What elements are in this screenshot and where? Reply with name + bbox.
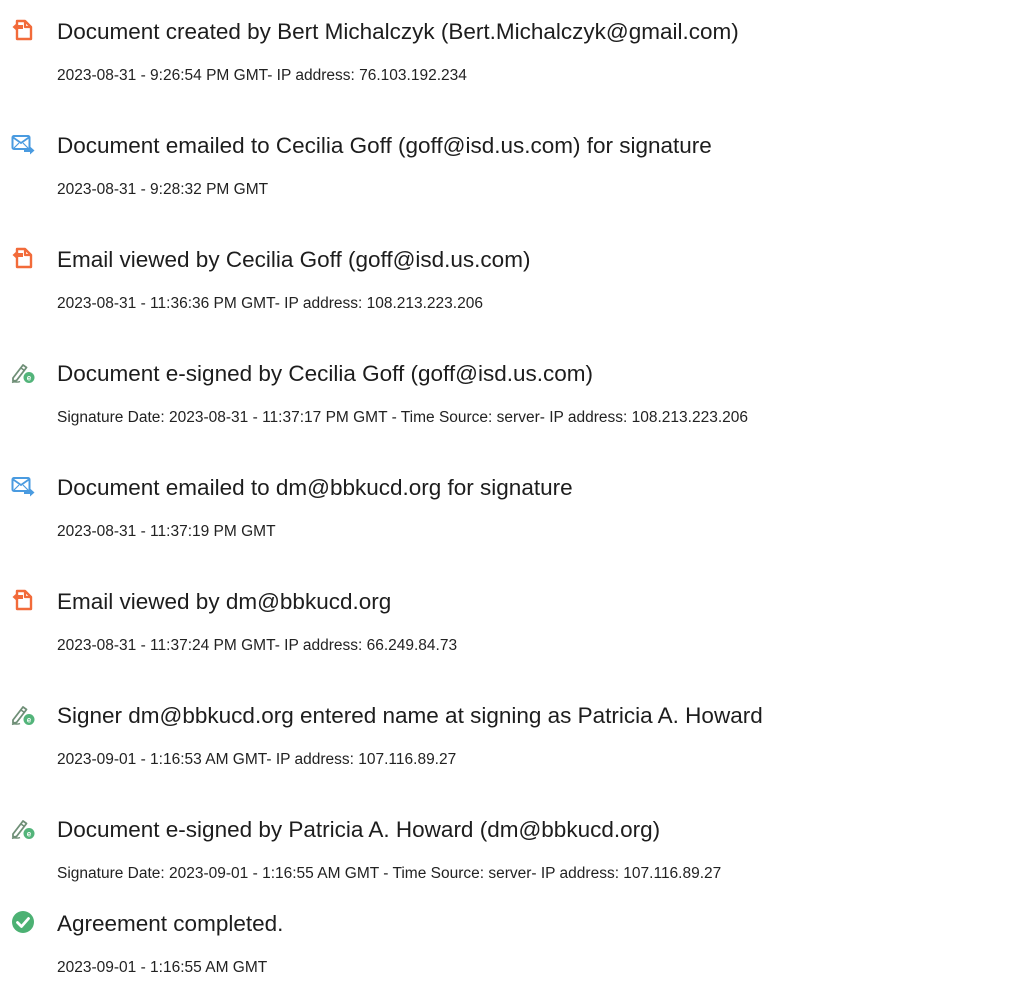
svg-text:e: e [27, 374, 32, 383]
document-created-icon [11, 18, 35, 42]
e-signed-icon: e [11, 816, 35, 840]
event-detail: 2023-08-31 - 9:28:32 PM GMT [57, 181, 269, 198]
event-detail: 2023-08-31 - 9:26:54 PM GMT- IP address:… [57, 67, 467, 84]
agreement-completed-icon [11, 910, 35, 934]
svg-text:e: e [27, 716, 32, 725]
event-title: Signer dm@bbkucd.org entered name at sig… [57, 703, 763, 728]
event-title: Document e-signed by Cecilia Goff (goff@… [57, 361, 593, 386]
event-title: Document created by Bert Michalczyk (Ber… [57, 19, 739, 44]
event-detail: 2023-08-31 - 11:36:36 PM GMT- IP address… [57, 295, 483, 312]
history-event: e Document e-signed by Cecilia Goff (gof… [0, 350, 1010, 440]
history-event: e Signer dm@bbkucd.org entered name at s… [0, 692, 1010, 782]
event-detail: 2023-08-31 - 11:37:19 PM GMT [57, 523, 276, 540]
event-title: Agreement completed. [57, 911, 284, 936]
event-detail: 2023-09-01 - 1:16:53 AM GMT- IP address:… [57, 751, 457, 768]
history-event: Agreement completed. 2023-09-01 - 1:16:5… [0, 900, 1010, 990]
event-title: Document e-signed by Patricia A. Howard … [57, 817, 661, 842]
event-detail: Signature Date: 2023-09-01 - 1:16:55 AM … [57, 865, 722, 882]
event-title: Email viewed by Cecilia Goff (goff@isd.u… [57, 247, 531, 272]
event-title: Document emailed to Cecilia Goff (goff@i… [57, 133, 712, 158]
document-emailed-icon [11, 474, 35, 498]
event-detail: Signature Date: 2023-08-31 - 11:37:17 PM… [57, 409, 748, 426]
email-viewed-icon [11, 588, 35, 612]
email-viewed-icon [11, 246, 35, 270]
history-event: Document emailed to dm@bbkucd.org for si… [0, 464, 1010, 554]
history-event: Document emailed to Cecilia Goff (goff@i… [0, 122, 1010, 212]
history-event: Email viewed by dm@bbkucd.org 2023-08-31… [0, 578, 1010, 668]
event-detail: 2023-08-31 - 11:37:24 PM GMT- IP address… [57, 637, 458, 654]
history-event: Email viewed by Cecilia Goff (goff@isd.u… [0, 236, 1010, 326]
event-title: Email viewed by dm@bbkucd.org [57, 589, 392, 614]
event-title: Document emailed to dm@bbkucd.org for si… [57, 475, 573, 500]
history-event: e Document e-signed by Patricia A. Howar… [0, 806, 1010, 896]
history-event: Document created by Bert Michalczyk (Ber… [0, 8, 1010, 98]
event-detail: 2023-09-01 - 1:16:55 AM GMT [57, 959, 268, 976]
svg-text:e: e [27, 830, 32, 839]
e-signed-icon: e [11, 702, 35, 726]
e-signed-icon: e [11, 360, 35, 384]
document-emailed-icon [11, 132, 35, 156]
